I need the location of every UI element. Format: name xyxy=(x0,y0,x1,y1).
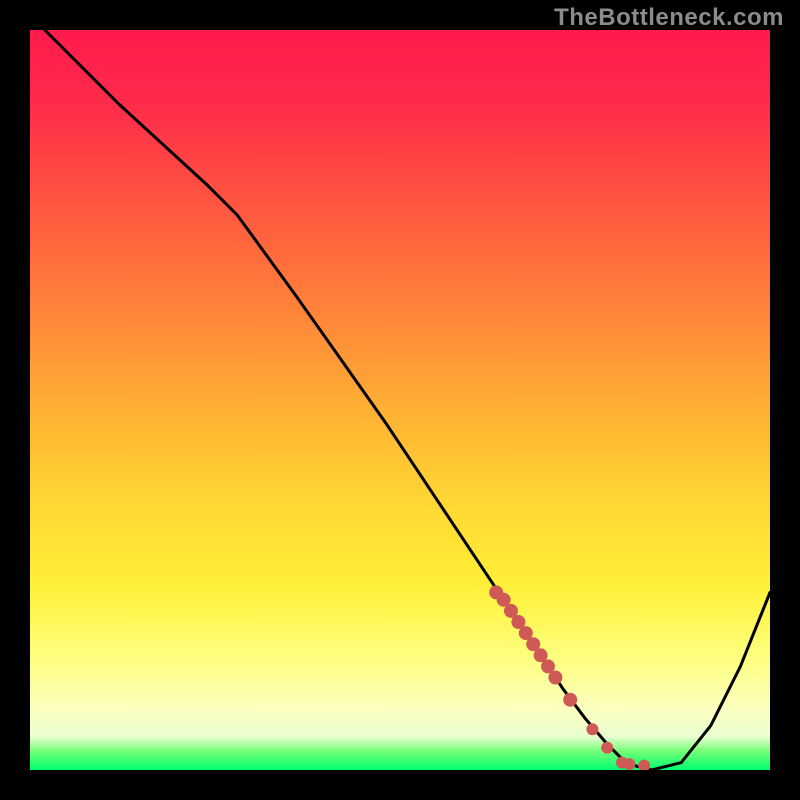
highlight-dot xyxy=(623,758,635,770)
highlight-dot xyxy=(638,760,650,770)
highlight-dot-group xyxy=(489,585,650,770)
highlight-dot xyxy=(586,723,598,735)
chart-container: TheBottleneck.com xyxy=(0,0,800,800)
attribution-text: TheBottleneck.com xyxy=(554,4,784,32)
main-curve-line xyxy=(45,30,770,770)
highlight-dot xyxy=(563,693,577,707)
plot-area xyxy=(30,30,770,770)
highlight-dot xyxy=(548,671,562,685)
chart-svg xyxy=(30,30,770,770)
highlight-dot xyxy=(601,742,613,754)
